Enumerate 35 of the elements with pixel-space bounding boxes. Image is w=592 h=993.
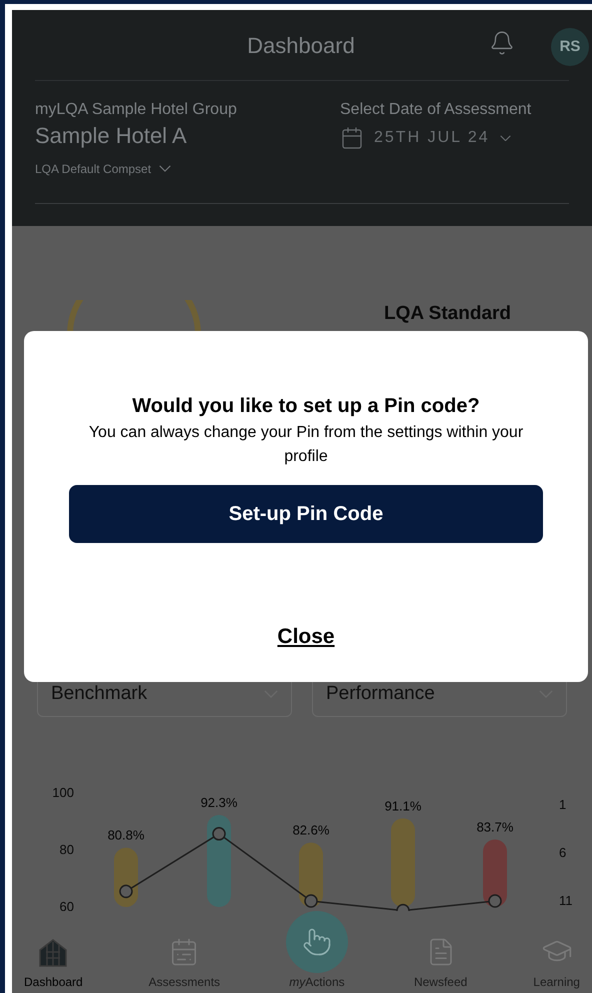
value-label: 92.3% bbox=[200, 794, 238, 810]
nav-tab[interactable]: Newsfeed bbox=[414, 937, 468, 992]
chart-bar bbox=[483, 839, 507, 908]
notification-bell-icon[interactable] bbox=[489, 30, 515, 56]
value-label: 83.7% bbox=[476, 819, 514, 834]
dialog-title: Would you like to set up a Pin code? bbox=[132, 394, 480, 419]
nav-tab[interactable]: Learning bbox=[533, 935, 580, 992]
value-label: 91.1% bbox=[384, 798, 422, 814]
dialog-message: You can always change your Pin from the settings within your profile bbox=[88, 423, 524, 467]
value-label: 82.6% bbox=[292, 822, 330, 838]
avatar[interactable]: RS bbox=[551, 28, 589, 66]
value-label: 80.8% bbox=[108, 828, 144, 843]
page-title: Dashboard bbox=[247, 32, 355, 60]
date-label: Select Date of Assessment bbox=[340, 100, 532, 120]
rank-label: 1 bbox=[559, 797, 566, 812]
group-name: myLQA Sample Hotel Group bbox=[35, 100, 238, 120]
standard-title: LQA Standard bbox=[384, 302, 512, 326]
nav-tab[interactable]: Dashboard bbox=[24, 939, 83, 992]
nav-tab[interactable]: Assessments bbox=[148, 937, 220, 992]
rank-label: 6 bbox=[559, 845, 566, 860]
building-icon bbox=[38, 939, 68, 968]
compset-dropdown[interactable]: LQA Default Compset bbox=[35, 160, 340, 178]
setup-pin-button[interactable]: Set-up Pin Code bbox=[69, 485, 543, 543]
axis-label: 60 bbox=[60, 899, 74, 912]
rank-label: 11 bbox=[559, 893, 572, 908]
axis-label: 100 bbox=[52, 785, 74, 800]
date-picker[interactable]: 25TH JUL 24 bbox=[340, 126, 532, 150]
nav-tab[interactable]: myActions bbox=[286, 911, 348, 992]
close-link[interactable]: Close bbox=[277, 621, 335, 652]
axis-label: 80 bbox=[60, 842, 74, 858]
chart-bar bbox=[299, 842, 323, 908]
chevron-down-icon bbox=[500, 134, 511, 142]
calendar-icon bbox=[340, 126, 364, 150]
hotel-name: Sample Hotel A bbox=[35, 122, 188, 150]
chevron-down-icon bbox=[159, 165, 172, 172]
